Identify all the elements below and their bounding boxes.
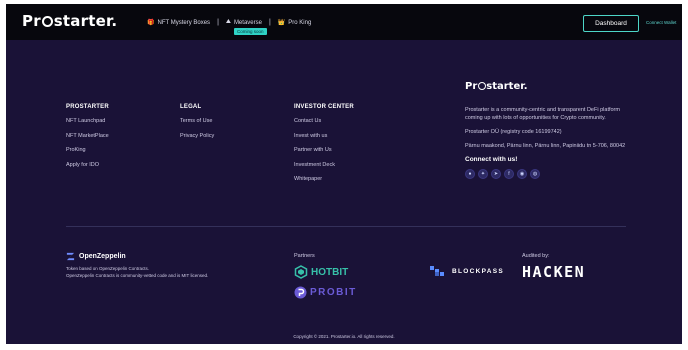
hotbit-logo[interactable]: HOTBIT: [294, 265, 357, 279]
openzeppelin-label: OpenZeppelin: [79, 253, 126, 260]
openzeppelin-icon: [66, 252, 75, 261]
medium-icon[interactable]: ●: [465, 169, 475, 179]
logo-text-suffix: starter.: [53, 12, 118, 30]
openzeppelin-line-2: OpenZeppelin Contracts is community-vett…: [66, 272, 209, 278]
logo-text-prefix: Pr: [465, 81, 478, 92]
footer-link-privacy[interactable]: Privacy Policy: [180, 133, 214, 139]
copyright-text: Copyright © 2021. Prostarter.io. All rig…: [293, 334, 395, 339]
nav-separator: |: [217, 19, 219, 26]
discord-icon[interactable]: ◍: [530, 169, 540, 179]
openzeppelin-block: OpenZeppelin Token based on OpenZeppelin…: [66, 252, 208, 279]
telegram-icon[interactable]: ➤: [491, 169, 501, 179]
company-registry: Prostarter OÜ (registry code 16199742): [465, 129, 562, 135]
footer-link-apply-ido[interactable]: Apply for IDO: [66, 162, 109, 168]
nav-item-nft-mystery-boxes[interactable]: 🎁 NFT Mystery Boxes: [147, 19, 211, 27]
probit-label: PROBIT: [310, 287, 357, 298]
nav-item-metaverse[interactable]: ⛰ Metaverse: [226, 19, 262, 26]
probit-icon: [294, 286, 307, 299]
reddit-icon[interactable]: ◉: [517, 169, 527, 179]
audit-block: Audited by: HACKEN: [522, 253, 585, 281]
footer-link-nft-marketplace[interactable]: NFT MarketPlace: [66, 133, 109, 139]
mountain-icon: ⛰: [225, 19, 231, 25]
footer-logo[interactable]: Pr starter.: [465, 81, 635, 92]
prostarter-logo[interactable]: Pr starter.: [22, 12, 117, 30]
openzeppelin-brand[interactable]: OpenZeppelin: [66, 252, 208, 261]
footer-link-proking[interactable]: ProKing: [66, 147, 109, 153]
blockpass-label: BLOCKPASS: [452, 267, 505, 275]
page: Pr starter. 🎁 NFT Mystery Boxes | ⛰ Metav…: [6, 4, 682, 344]
logo-text-prefix: Pr: [22, 12, 41, 30]
company-address: Pärnu maakond, Pärnu linn, Pärnu linn, P…: [465, 143, 626, 149]
hotbit-label: HOTBIT: [311, 266, 349, 278]
top-navbar: Pr starter. 🎁 NFT Mystery Boxes | ⛰ Metav…: [6, 4, 682, 40]
footer-link-invest[interactable]: Invest with us: [294, 133, 354, 139]
connect-title: Connect with us!: [465, 156, 518, 163]
gift-icon: 🎁: [147, 20, 155, 26]
footer-column-investor-center: INVESTOR CENTER Contact Us Invest with u…: [294, 104, 354, 191]
nav-separator: |: [268, 19, 271, 26]
coming-soon-badge: Coming soon: [234, 28, 267, 35]
dashboard-button[interactable]: Dashboard: [583, 15, 639, 32]
logo-ring-icon: [477, 82, 486, 90]
nav-label: Pro King: [288, 19, 312, 26]
column-title: LEGAL: [180, 104, 202, 110]
nav-label: NFT Mystery Boxes: [157, 19, 211, 26]
nav-label: Metaverse: [233, 19, 262, 26]
audited-by-label: Audited by:: [522, 253, 550, 259]
footer-column-legal: LEGAL Terms of Use Privacy Policy: [180, 104, 214, 147]
footer-link-nft-launchpad[interactable]: NFT Launchpad: [66, 118, 109, 124]
footer-about: Pr starter. Prostarter is a community-cen…: [465, 81, 635, 179]
about-description: Prostarter is a community-centric and tr…: [465, 107, 620, 121]
crown-icon: 👑: [277, 20, 286, 26]
partners-block: Partners HOTBIT PROBIT: [294, 253, 357, 299]
hotbit-hexagon-icon: [294, 265, 308, 279]
twitter-icon[interactable]: ✦: [478, 169, 488, 179]
logo-text-suffix: starter.: [486, 81, 528, 92]
connect-wallet-link[interactable]: Connect Wallet: [646, 20, 676, 25]
main-nav: 🎁 NFT Mystery Boxes | ⛰ Metaverse | 👑 Pr…: [147, 19, 311, 26]
blockpass-logo[interactable]: BLOCKPASS: [430, 266, 504, 276]
facebook-icon[interactable]: f: [504, 169, 514, 179]
column-title: PROSTARTER: [66, 104, 109, 110]
column-title: INVESTOR CENTER: [294, 104, 354, 110]
social-links: ● ✦ ➤ f ◉ ◍: [465, 169, 635, 179]
probit-logo[interactable]: PROBIT: [294, 286, 357, 299]
logo-ring-icon: [41, 16, 53, 27]
footer-link-contact[interactable]: Contact Us: [294, 118, 354, 124]
footer-link-whitepaper[interactable]: Whitepaper: [294, 176, 354, 182]
blockpass-icon: [430, 266, 444, 276]
footer-divider: [66, 226, 626, 227]
footer-link-investment-deck[interactable]: Investment Deck: [294, 162, 354, 168]
nav-item-pro-king[interactable]: 👑 Pro King: [277, 19, 312, 27]
footer-column-prostarter: PROSTARTER NFT Launchpad NFT MarketPlace…: [66, 104, 109, 176]
footer-link-terms[interactable]: Terms of Use: [180, 118, 214, 124]
footer-link-partner[interactable]: Partner with Us: [294, 147, 354, 153]
hacken-logo[interactable]: HACKEN: [522, 263, 585, 281]
partners-label: Partners: [294, 253, 315, 259]
